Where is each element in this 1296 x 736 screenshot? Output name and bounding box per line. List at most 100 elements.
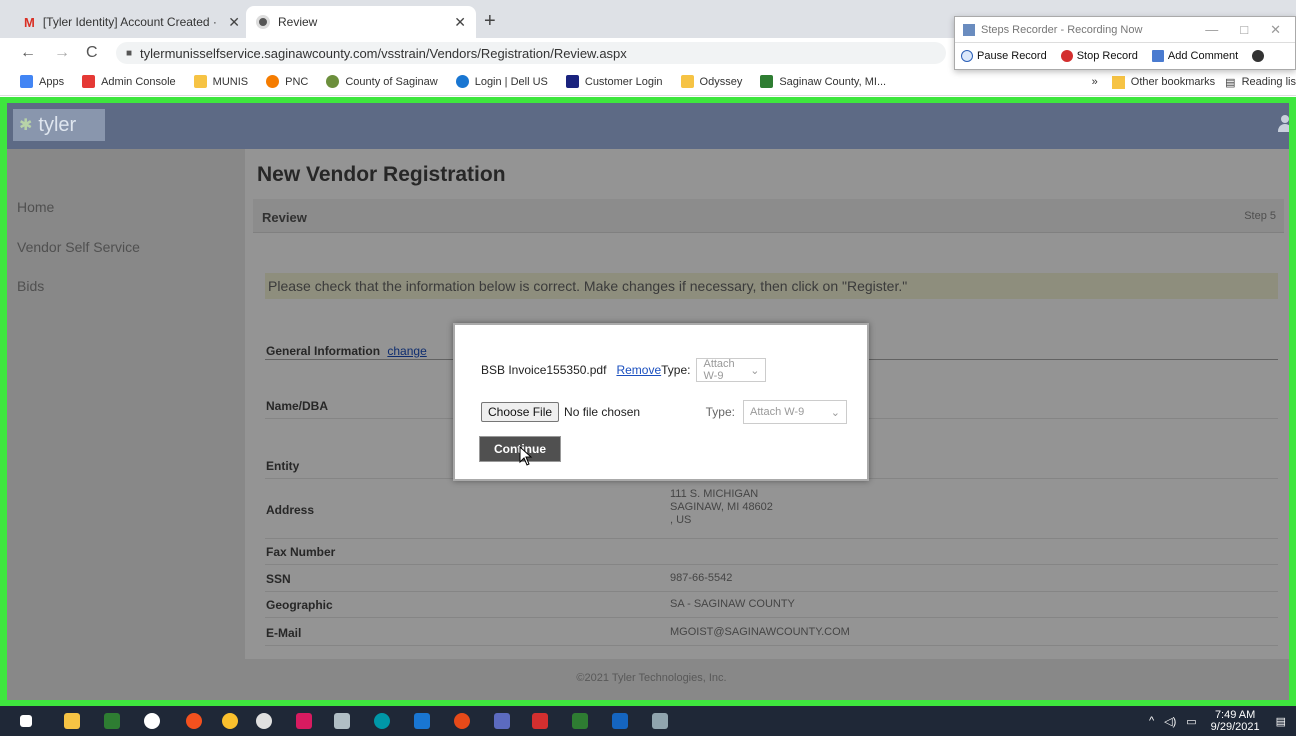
- bookmark-county-of-saginaw[interactable]: County of Saginaw: [326, 75, 438, 88]
- chevron-down-icon: ⌄: [830, 406, 840, 419]
- type-label: Type:: [661, 363, 691, 377]
- recorder-app-icon: [963, 23, 975, 36]
- chevron-up-icon[interactable]: ^: [1149, 715, 1154, 727]
- no-file-chosen: No file chosen: [564, 405, 641, 419]
- maximize-icon[interactable]: □: [1240, 22, 1248, 38]
- system-tray: ^ ◁) ▭ 7:49 AM 9/29/2021 ▤: [1149, 706, 1296, 736]
- apps-grid-icon: [20, 75, 33, 88]
- online-app-icon[interactable]: [256, 713, 272, 729]
- bookmark-saginaw-county[interactable]: Saginaw County, MI...: [760, 75, 886, 88]
- bookmark-label: Apps: [39, 75, 65, 88]
- pause-record-button[interactable]: Pause Record: [961, 50, 1047, 62]
- bookmark-label: County of Saginaw: [345, 75, 438, 88]
- other-bookmarks[interactable]: Other bookmarks: [1131, 76, 1215, 88]
- bookmark-dell-login[interactable]: Login | Dell US: [455, 75, 548, 88]
- reading-list-icon: ▤: [1225, 76, 1236, 89]
- bookmark-label: Admin Console: [101, 75, 176, 88]
- notification-icon[interactable]: ▤: [1276, 715, 1286, 728]
- powerpoint-icon[interactable]: [454, 713, 470, 729]
- help-icon: [1252, 50, 1265, 62]
- edge-icon[interactable]: [374, 713, 390, 729]
- remove-link[interactable]: Remove: [616, 363, 661, 377]
- choose-file-button[interactable]: Choose File: [481, 402, 560, 422]
- bookmark-pnc[interactable]: PNC: [266, 75, 308, 88]
- chevron-down-icon: ⌄: [750, 364, 760, 377]
- attached-file-row: BSB Invoice155350.pdf Remove Type: Attac…: [481, 358, 767, 382]
- type-label: Type:: [705, 405, 735, 419]
- folder-icon: [193, 75, 207, 88]
- tab-review[interactable]: Review ✕: [246, 6, 476, 38]
- steps-recorder-icon[interactable]: [652, 713, 668, 729]
- word-icon[interactable]: [612, 713, 628, 729]
- file-explorer-icon[interactable]: [64, 713, 80, 729]
- adobe-icon: [82, 75, 96, 88]
- adobe-icon[interactable]: [296, 713, 312, 729]
- mouse-cursor-icon: [519, 446, 533, 466]
- windows-taskbar: ^ ◁) ▭ 7:49 AM 9/29/2021 ▤: [0, 706, 1296, 736]
- outlook-icon[interactable]: [414, 713, 430, 729]
- clock-date: 9/29/2021: [1210, 721, 1260, 733]
- folder-icon: [1111, 75, 1125, 89]
- camera-icon[interactable]: [104, 713, 120, 729]
- battery-icon[interactable]: ▭: [1186, 715, 1196, 728]
- bookmarks-bar: Apps Admin Console MUNIS PNC County of S…: [0, 68, 1296, 96]
- new-tab-button[interactable]: +: [484, 10, 496, 33]
- back-icon[interactable]: ←: [20, 44, 36, 62]
- bookmark-admin-console[interactable]: Admin Console: [82, 75, 176, 88]
- clock[interactable]: 7:49 AM 9/29/2021: [1211, 709, 1260, 733]
- forward-icon[interactable]: →: [54, 44, 70, 62]
- dell-icon: [455, 75, 469, 88]
- add-comment-label: Add Comment: [1167, 50, 1239, 62]
- bookmark-label: MUNIS: [212, 75, 249, 88]
- media-player-icon[interactable]: [144, 713, 160, 729]
- new-file-row: Choose File No file chosen Type: Attach …: [481, 400, 847, 424]
- teams-icon[interactable]: [494, 713, 510, 729]
- county-seal-icon: [326, 75, 340, 88]
- attached-file-name: BSB Invoice155350.pdf: [481, 363, 607, 377]
- type-select[interactable]: Attach W-9 ⌄: [743, 400, 847, 424]
- close-icon[interactable]: ✕: [1270, 22, 1281, 38]
- add-comment-button[interactable]: Add Comment: [1151, 50, 1239, 62]
- pnc-icon: [266, 75, 280, 88]
- type-select[interactable]: Attach W-9 ⌄: [696, 358, 767, 382]
- tab-title: [Tyler Identity] Account Created ·: [42, 15, 217, 29]
- bookmark-customer-login[interactable]: Customer Login: [565, 75, 663, 88]
- bookmark-label: Customer Login: [584, 75, 663, 88]
- tab-title: Review: [278, 15, 318, 29]
- stop-record-button[interactable]: Stop Record: [1060, 50, 1138, 62]
- recorder-title-bar: Steps Recorder - Recording Now — □ ✕: [955, 17, 1295, 43]
- bookmark-apps[interactable]: Apps: [20, 75, 64, 88]
- bookmark-munis[interactable]: MUNIS: [193, 75, 249, 88]
- bookmark-label: Odyssey: [699, 75, 743, 88]
- close-icon[interactable]: ✕: [228, 14, 240, 31]
- start-icon[interactable]: [20, 715, 32, 727]
- paypal-icon: [565, 75, 579, 88]
- url-input[interactable]: ■ tylermunisselfservice.saginawcounty.co…: [116, 42, 946, 64]
- reading-list[interactable]: Reading lis: [1242, 76, 1296, 88]
- help-button[interactable]: [1252, 50, 1268, 62]
- attachment-dialog: BSB Invoice155350.pdf Remove Type: Attac…: [453, 323, 869, 481]
- bookmark-odyssey[interactable]: Odyssey: [680, 75, 743, 88]
- recorder-title: Steps Recorder - Recording Now: [981, 23, 1143, 36]
- acrobat-icon[interactable]: [532, 713, 548, 729]
- comment-icon: [1151, 50, 1164, 62]
- tab-gmail[interactable]: M [Tyler Identity] Account Created · ✕: [14, 6, 250, 38]
- volume-icon[interactable]: ◁): [1164, 715, 1176, 728]
- stop-icon: [1060, 50, 1073, 62]
- bookmark-label: Saginaw County, MI...: [779, 75, 887, 88]
- clock-time: 7:49 AM: [1214, 709, 1256, 721]
- bookmarks-more[interactable]: »: [1092, 76, 1098, 88]
- reload-icon[interactable]: C: [86, 44, 98, 62]
- excel-icon[interactable]: [572, 713, 588, 729]
- snip-tool-icon[interactable]: [334, 713, 350, 729]
- pause-record-label: Pause Record: [977, 50, 1047, 62]
- type-select-value: Attach W-9: [750, 406, 805, 418]
- folder-icon: [680, 75, 694, 88]
- globe-icon: [256, 15, 270, 29]
- close-icon[interactable]: ✕: [454, 14, 466, 31]
- chrome-icon[interactable]: [222, 713, 238, 729]
- url-text: tylermunisselfservice.saginawcounty.com/…: [140, 45, 627, 61]
- chrome-icon[interactable]: [186, 713, 202, 729]
- recorder-toolbar: Pause Record Stop Record Add Comment: [955, 43, 1295, 69]
- minimize-icon[interactable]: —: [1205, 22, 1218, 38]
